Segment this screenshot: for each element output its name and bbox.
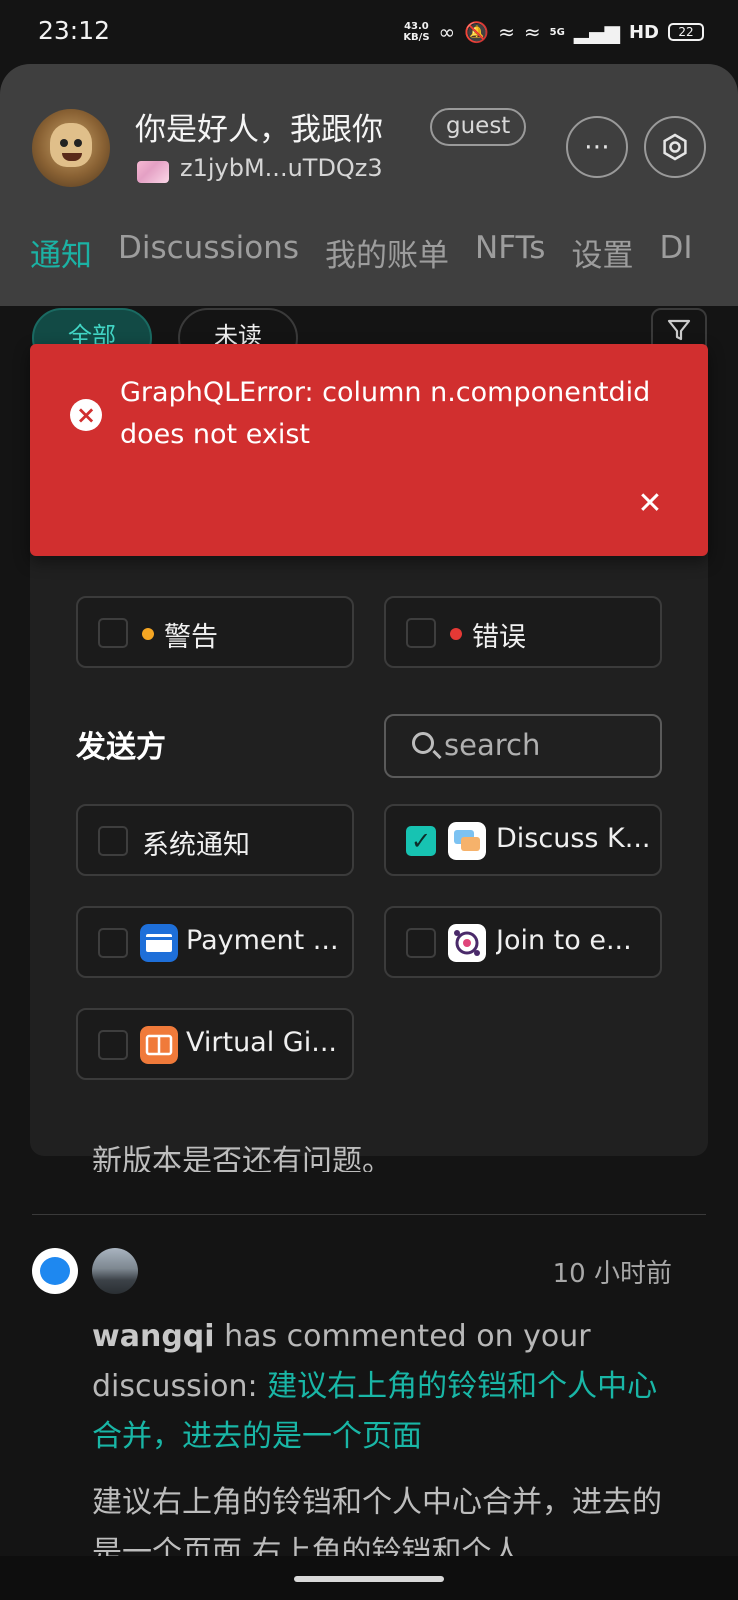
filter-option-warning[interactable]: 警告 xyxy=(76,596,354,668)
divider xyxy=(32,1214,706,1215)
sender-option-payment[interactable]: Payment ... xyxy=(76,906,354,978)
join-app-icon xyxy=(448,924,486,962)
checkbox[interactable] xyxy=(406,618,436,648)
error-message: GraphQLError: column n.componentdid does… xyxy=(120,377,651,450)
wifi-icon: ≈ xyxy=(523,20,541,44)
search-icon xyxy=(412,732,434,754)
checkbox[interactable] xyxy=(406,928,436,958)
hd-label: HD xyxy=(628,21,659,43)
tab-di[interactable]: DI xyxy=(659,230,692,275)
wifi-icon: ≈ xyxy=(498,20,515,44)
tab-nfts[interactable]: NFTs xyxy=(475,230,545,275)
role-badge: guest xyxy=(430,108,527,146)
filter-option-error[interactable]: 错误 xyxy=(384,596,662,668)
warning-dot-icon xyxy=(142,628,154,640)
tab-discussions[interactable]: Discussions xyxy=(118,230,299,275)
sender-option-join[interactable]: Join to e... xyxy=(384,906,662,978)
checkbox[interactable] xyxy=(98,826,128,856)
gift-card-app-icon xyxy=(140,1026,178,1064)
profile-header: 你是好人，我跟你 guest z1jybM...uTDQz3 ⋯ 通知 Disc… xyxy=(0,64,738,306)
status-time: 23:12 xyxy=(38,16,111,45)
status-bar: 23:12 43.0 KB/S ∞ 🔕 ≈ ≈ 5G ▂▄▆ HD 22 xyxy=(0,0,738,64)
hotspot-icon: ∞ xyxy=(438,20,456,44)
sender-option-virtual-gift[interactable]: Virtual Gi... xyxy=(76,1008,354,1080)
profile-tabs: 通知 Discussions 我的账单 NFTs 设置 DI xyxy=(30,230,692,275)
sender-option-discuss-kit[interactable]: ✓ Discuss K... xyxy=(384,804,662,876)
comment-icon xyxy=(32,1248,78,1294)
status-icons: 43.0 KB/S ∞ 🔕 ≈ ≈ 5G ▂▄▆ HD 22 xyxy=(403,14,704,50)
error-toast: × GraphQLError: column n.componentdid do… xyxy=(30,344,708,556)
tab-settings[interactable]: 设置 xyxy=(571,230,633,275)
did-icon xyxy=(137,161,169,183)
notification-time: 10 小时前 xyxy=(552,1259,672,1289)
error-dot-icon xyxy=(450,628,462,640)
previous-notification-text: 新版本是否还有问题。 xyxy=(92,1144,392,1172)
checkbox[interactable] xyxy=(98,1030,128,1060)
hexagon-settings-icon xyxy=(663,133,687,161)
tab-my-bills[interactable]: 我的账单 xyxy=(325,230,449,275)
tab-notifications[interactable]: 通知 xyxy=(30,230,92,275)
checkbox[interactable] xyxy=(98,928,128,958)
username: 你是好人，我跟你 xyxy=(135,112,383,148)
discuss-kit-app-icon xyxy=(448,822,486,860)
checkbox-checked[interactable]: ✓ xyxy=(406,826,436,856)
filter-icon xyxy=(667,319,691,341)
net-speed: 43.0 KB/S xyxy=(403,21,430,43)
sender-option-system[interactable]: 系统通知 xyxy=(76,804,354,876)
sender-search-input[interactable]: search xyxy=(384,714,662,778)
system-nav-bar xyxy=(0,1556,738,1600)
signal-icon: ▂▄▆ xyxy=(573,20,620,44)
home-gesture-handle[interactable] xyxy=(294,1576,444,1582)
notification-body[interactable]: wangqi has commented on your discussion:… xyxy=(92,1312,682,1462)
network-type: 5G xyxy=(549,26,565,38)
mute-icon: 🔕 xyxy=(464,20,490,44)
more-horizontal-icon: ⋯ xyxy=(584,132,610,162)
actor-avatar[interactable] xyxy=(92,1248,138,1294)
more-button[interactable]: ⋯ xyxy=(566,116,628,178)
payment-app-icon xyxy=(140,924,178,962)
notification-preview: 建议右上角的铃铛和个人中心合并，进去的是一个页面 右上角的铃铛和个人 xyxy=(92,1485,662,1558)
close-icon[interactable]: ✕ xyxy=(630,484,670,524)
sender-section-title: 发送方 xyxy=(76,730,166,765)
settings-button[interactable] xyxy=(644,116,706,178)
error-circle-icon: × xyxy=(70,399,102,431)
battery-icon: 22 xyxy=(668,23,704,41)
checkbox[interactable] xyxy=(98,618,128,648)
actor-name[interactable]: wangqi xyxy=(92,1319,215,1354)
wallet-address[interactable]: z1jybM...uTDQz3 xyxy=(180,154,383,182)
avatar[interactable] xyxy=(32,109,110,187)
